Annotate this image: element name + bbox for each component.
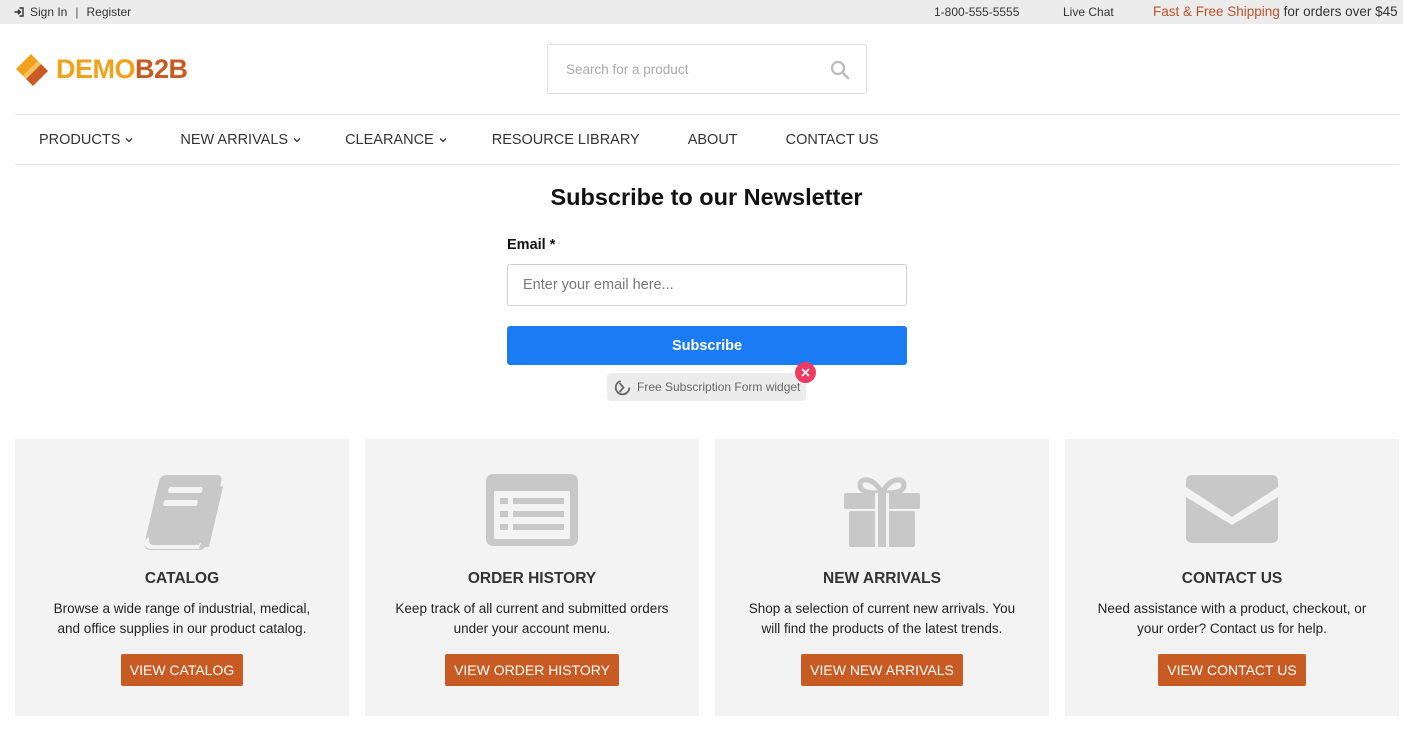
site-logo[interactable]: DEMOB2B — [14, 50, 188, 88]
search-box — [547, 44, 867, 94]
card-catalog: Catalog Browse a wide range of industria… — [15, 439, 349, 716]
shipping-promo-text: for orders over $45 — [1279, 4, 1398, 19]
card-order-history: Order History Keep track of all current … — [365, 439, 699, 716]
chevron-down-icon — [293, 137, 301, 142]
list-icon — [486, 474, 578, 546]
shipping-promo: Fast & Free Shipping for orders over $45 — [1153, 4, 1398, 19]
sign-in-icon — [14, 7, 24, 17]
register-link[interactable]: Register — [86, 5, 131, 19]
card-description: Shop a selection of current new arrivals… — [748, 601, 1016, 636]
card-description: Browse a wide range of industrial, medic… — [53, 601, 311, 636]
card-title: New Arrivals — [823, 570, 941, 587]
book-icon — [144, 475, 223, 550]
search-input[interactable] — [548, 45, 818, 93]
view-contact-us-button[interactable]: View Contact Us — [1158, 654, 1306, 686]
email-field[interactable] — [507, 264, 907, 306]
nav-item-clearance[interactable]: Clearance — [345, 132, 447, 148]
shipping-promo-link[interactable]: Fast & Free Shipping — [1153, 4, 1280, 19]
main-nav: Products New Arrivals Clearance Resource… — [15, 115, 879, 164]
nav-item-about[interactable]: About — [688, 132, 738, 148]
view-order-history-button[interactable]: View Order History — [445, 654, 619, 686]
widget-badge-label: Free Subscription Form widget — [637, 380, 801, 394]
logo-mark-icon — [16, 54, 48, 86]
separator: | — [75, 5, 79, 19]
chevron-down-icon — [125, 137, 133, 142]
card-description: Keep track of all current and submitted … — [395, 601, 669, 636]
logo-text: DEMOB2B — [56, 53, 188, 84]
email-label: Email * — [507, 237, 556, 253]
nav-item-products[interactable]: Products — [39, 132, 133, 148]
phone-number[interactable]: 1-800-555-5555 — [934, 5, 1019, 19]
widget-badge[interactable]: Free Subscription Form widget — [607, 373, 806, 401]
card-title: Catalog — [144, 570, 220, 587]
card-description: Need assistance with a product, checkout… — [1097, 601, 1367, 636]
view-catalog-button[interactable]: View Catalog — [120, 654, 244, 686]
card-title: Order History — [467, 570, 597, 587]
card-title: Contact Us — [1181, 570, 1283, 587]
nav-item-contact-us[interactable]: Contact Us — [786, 132, 879, 148]
chevron-down-icon — [439, 137, 447, 142]
newsletter-title: Subscribe to our Newsletter — [550, 184, 863, 210]
envelope-icon — [1186, 475, 1278, 543]
search-icon[interactable] — [830, 60, 850, 80]
view-new-arrivals-button[interactable]: View New Arrivals — [801, 654, 963, 686]
close-icon — [801, 368, 810, 377]
nav-item-resource-library[interactable]: Resource Library — [492, 132, 640, 148]
top-utility-bar: Sign In | Register 1-800-555-5555 Live C… — [0, 0, 1403, 24]
gift-icon — [844, 477, 920, 547]
widget-logo-icon — [614, 379, 631, 395]
card-contact-us: Contact Us Need assistance with a produc… — [1065, 439, 1399, 716]
live-chat-link[interactable]: Live Chat — [1063, 5, 1114, 19]
nav-divider-bottom — [15, 164, 1399, 165]
nav-item-new-arrivals[interactable]: New Arrivals — [180, 132, 301, 148]
sign-in-link[interactable]: Sign In — [30, 5, 67, 19]
widget-close-button[interactable] — [795, 362, 816, 383]
card-new-arrivals: New Arrivals Shop a selection of current… — [715, 439, 1049, 716]
subscribe-button[interactable]: Subscribe — [507, 326, 907, 365]
account-links: Sign In | Register — [14, 5, 131, 19]
